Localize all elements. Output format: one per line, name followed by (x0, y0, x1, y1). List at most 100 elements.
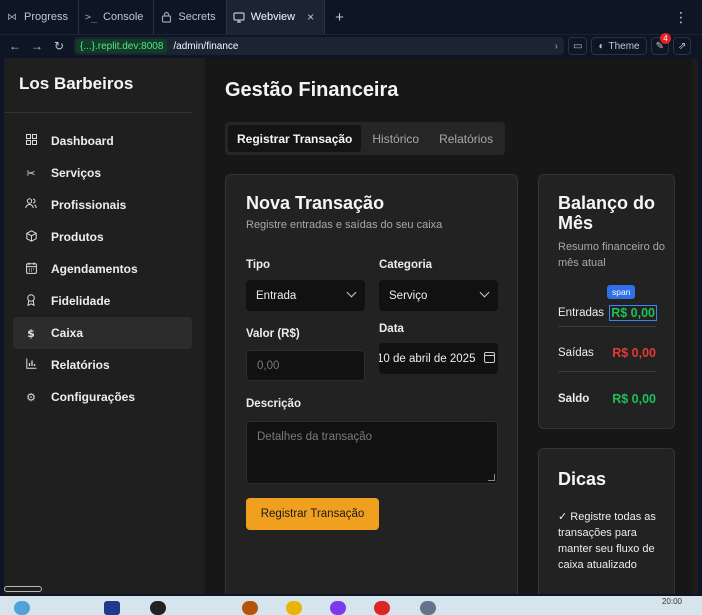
sidebar-item-caixa[interactable]: $ Caixa (13, 317, 192, 349)
saldo-row: Saldo R$ 0,00 (558, 392, 656, 406)
balance-card: Balanço do Mês Resumo financeiro do mês … (538, 174, 675, 429)
sidebar-item-label: Configurações (51, 390, 136, 404)
chevron-right-icon[interactable]: › (555, 41, 564, 52)
inspector-button[interactable]: ✎ 4 (650, 33, 672, 55)
saldo-label: Saldo (558, 393, 590, 405)
descricao-textarea[interactable]: Detalhes da transação (246, 421, 498, 484)
sidebar-item-profissionais[interactable]: Profissionais (13, 189, 192, 221)
data-label: Data (379, 323, 404, 335)
taskbar-app-icon[interactable] (330, 601, 346, 615)
workspace-tab-bar: ⋈ Progress >_ Console Secrets Webview × … (0, 0, 702, 35)
tab-relatorios[interactable]: Relatórios (430, 125, 502, 152)
forward-arrow-icon[interactable]: → (26, 39, 48, 53)
data-value: 10 de abril de 2025 (379, 352, 476, 365)
taskbar-clock: 20:00 (661, 597, 682, 606)
taskbar-app-icon[interactable] (242, 601, 258, 615)
users-icon (25, 198, 37, 212)
taskbar-app-icon[interactable] (150, 601, 166, 615)
brand-title: Los Barbeiros (4, 58, 192, 113)
tips-card: Dicas ✓ Registre todas as transações par… (538, 448, 675, 594)
sidebar-item-dashboard[interactable]: Dashboard (13, 125, 192, 157)
data-input[interactable]: 10 de abril de 2025 (379, 343, 498, 374)
categoria-select[interactable]: Serviço (379, 280, 498, 311)
sidebar-item-configuracoes[interactable]: ⚙ Configurações (13, 381, 192, 413)
open-new-window-button[interactable]: ⇗ (673, 37, 692, 55)
dollar-icon: $ (27, 326, 35, 340)
gear-icon: ⚙ (26, 390, 36, 404)
saidas-label: Saídas (558, 347, 594, 359)
os-taskbar: 20:00 (0, 596, 702, 615)
tips-title: Dicas (558, 469, 607, 489)
tab-historico[interactable]: Histórico (363, 125, 428, 152)
award-icon (25, 293, 37, 309)
register-transaction-button[interactable]: Registrar Transação (246, 498, 379, 530)
saldo-value: R$ 0,00 (612, 392, 656, 406)
horizontal-scrollbar[interactable] (4, 586, 42, 592)
finance-tabs: Registrar Transação Histórico Relatórios (225, 122, 506, 155)
descricao-placeholder: Detalhes da transação (257, 431, 373, 443)
tab-label: Webview (250, 11, 296, 23)
calendar-icon[interactable] (484, 352, 495, 363)
categoria-select-value: Serviço (389, 289, 428, 302)
sidebar-item-label: Agendamentos (51, 262, 138, 276)
resize-handle-icon[interactable] (488, 474, 495, 481)
chart-icon (25, 358, 37, 372)
tipo-select-value: Entrada (256, 289, 297, 302)
tipo-select[interactable]: Entrada (246, 280, 365, 311)
taskbar-app-icon[interactable] (374, 601, 390, 615)
tab-registrar-transacao[interactable]: Registrar Transação (228, 125, 362, 152)
taskbar-app-icon[interactable] (14, 601, 30, 615)
sidebar-item-label: Serviços (51, 166, 102, 180)
box-icon (25, 229, 37, 245)
divider (558, 371, 656, 372)
more-options-icon[interactable]: ⋮ (674, 9, 702, 26)
devices-icon: ▭ (573, 40, 583, 52)
descricao-label: Descrição (246, 398, 301, 410)
sidebar-item-label: Caixa (51, 326, 84, 340)
theme-label: Theme (608, 40, 640, 52)
url-field[interactable]: {...}.replit.dev:8008 /admin/finance › (74, 37, 564, 55)
sidebar-item-relatorios[interactable]: Relatórios (13, 349, 192, 381)
console-icon: >_ (85, 11, 98, 23)
tab-progress[interactable]: ⋈ Progress (0, 0, 80, 35)
webview-url-bar: ← → ↻ {...}.replit.dev:8008 /admin/finan… (0, 33, 702, 57)
valor-input[interactable]: 0,00 (246, 350, 365, 381)
tab-console[interactable]: >_ Console (79, 0, 155, 35)
vertical-scrollbar[interactable] (692, 58, 698, 594)
entradas-value: R$ 0,00 (609, 305, 657, 321)
reload-icon[interactable]: ↻ (48, 39, 70, 53)
external-link-icon: ⇗ (678, 40, 687, 52)
new-tab-button[interactable]: + (325, 9, 354, 26)
sidebar-item-label: Produtos (51, 230, 104, 244)
tab-webview[interactable]: Webview × (226, 0, 326, 35)
url-path: /admin/finance (173, 40, 239, 52)
taskbar-app-icon[interactable] (420, 601, 436, 615)
sidebar-nav: Dashboard ✂ Serviços Profissionais Produ… (4, 113, 205, 413)
balance-subtitle: Resumo financeiro do mês atual (558, 241, 666, 269)
theme-button[interactable]: ◐ Theme (591, 37, 647, 55)
scissors-icon: ✂ (26, 166, 36, 180)
palette-icon: ◐ (598, 40, 605, 52)
back-arrow-icon[interactable]: ← (4, 39, 26, 53)
taskbar-app-icon[interactable] (104, 601, 120, 615)
devtools-button[interactable]: ▭ (568, 37, 588, 55)
categoria-label: Categoria (379, 259, 433, 271)
saidas-row: Saídas R$ 0,00 (558, 346, 656, 360)
sidebar-item-label: Fidelidade (51, 294, 111, 308)
sidebar-item-produtos[interactable]: Produtos (13, 221, 192, 253)
card-subtitle: Registre entradas e saídas do seu caixa (246, 219, 443, 231)
tab-secrets[interactable]: Secrets (154, 0, 227, 35)
monitor-icon (233, 11, 245, 23)
sidebar-item-fidelidade[interactable]: Fidelidade (13, 285, 192, 317)
sidebar-item-servicos[interactable]: ✂ Serviços (13, 157, 192, 189)
card-title: Nova Transação (246, 193, 385, 213)
entradas-row: Entradas R$ 0,00 (558, 305, 657, 321)
divider (558, 326, 656, 327)
close-icon[interactable]: × (307, 10, 314, 24)
sidebar-item-agendamentos[interactable]: Agendamentos (13, 253, 192, 285)
sidebar: Los Barbeiros Dashboard ✂ Serviços Profi… (4, 58, 205, 594)
sidebar-item-label: Profissionais (51, 198, 127, 212)
app-window: Los Barbeiros Dashboard ✂ Serviços Profi… (4, 58, 698, 594)
taskbar-app-icon[interactable] (286, 601, 302, 615)
notification-badge: 4 (660, 33, 672, 44)
